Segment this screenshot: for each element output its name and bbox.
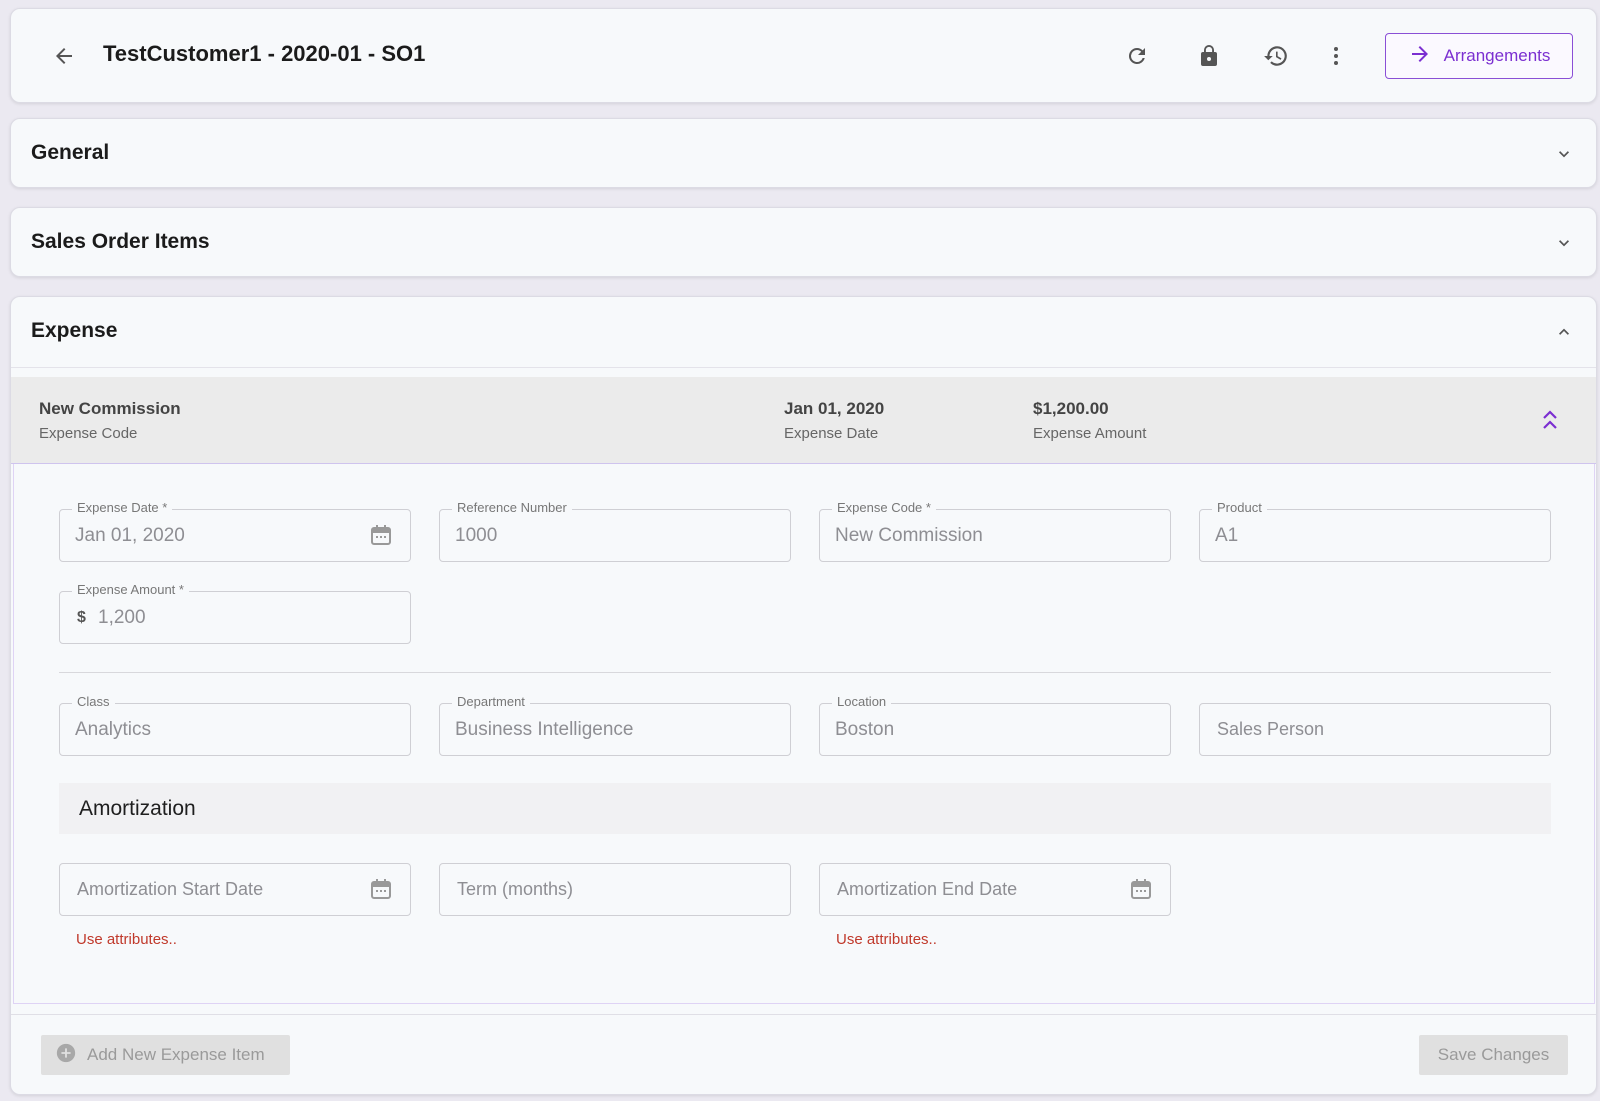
- section-title-expense: Expense: [31, 319, 118, 342]
- add-new-expense-item-label: Add New Expense Item: [87, 1045, 265, 1064]
- summary-expense-code-label: Expense Code: [39, 425, 138, 442]
- calendar-icon[interactable]: [1129, 877, 1153, 901]
- arrangements-button[interactable]: Arrangements: [1385, 33, 1573, 79]
- section-general[interactable]: General: [10, 118, 1597, 188]
- field-value: Analytics: [75, 719, 152, 740]
- section-title-sales-order-items: Sales Order Items: [31, 230, 210, 253]
- summary-expense-amount-label: Expense Amount: [1033, 425, 1147, 442]
- section-sales-order-items[interactable]: Sales Order Items: [10, 207, 1597, 277]
- field-label: Department: [452, 694, 530, 709]
- more-vert-icon[interactable]: [1316, 36, 1356, 76]
- expense-item-form: Expense Date * Jan 01, 2020 Reference Nu…: [13, 464, 1595, 1004]
- sales-person-field[interactable]: Sales Person: [1199, 703, 1551, 756]
- summary-expense-date-value: Jan 01, 2020: [784, 399, 885, 418]
- field-value: A1: [1215, 525, 1239, 546]
- section-expense: Expense New Commission Expense Code Jan …: [10, 296, 1597, 1095]
- amortization-end-date-field[interactable]: Amortization End Date: [819, 863, 1171, 916]
- calendar-icon[interactable]: [369, 523, 393, 547]
- field-value: Boston: [835, 719, 895, 740]
- expense-code-field[interactable]: Expense Code * New Commission: [819, 500, 1171, 562]
- lock-icon[interactable]: [1189, 36, 1229, 76]
- back-arrow-icon[interactable]: [44, 36, 84, 76]
- field-label: Class: [72, 694, 115, 709]
- amortization-start-date-field[interactable]: Amortization Start Date: [59, 863, 411, 916]
- field-label: Expense Code *: [832, 500, 936, 515]
- refresh-icon[interactable]: [1117, 36, 1157, 76]
- amortization-header: Amortization: [59, 783, 1551, 834]
- chevron-down-icon[interactable]: [1552, 142, 1576, 166]
- field-placeholder: Sales Person: [1217, 719, 1325, 739]
- location-field[interactable]: Location Boston: [819, 694, 1171, 756]
- department-field[interactable]: Department Business Intelligence: [439, 694, 791, 756]
- expense-item-summary[interactable]: New Commission Expense Code Jan 01, 2020…: [11, 377, 1596, 464]
- class-field[interactable]: Class Analytics: [59, 694, 411, 756]
- arrow-right-icon: [1408, 42, 1432, 71]
- field-value: New Commission: [835, 525, 983, 546]
- field-value: 1,200: [98, 607, 146, 628]
- expense-date-field[interactable]: Expense Date * Jan 01, 2020: [59, 500, 411, 562]
- field-label: Reference Number: [452, 500, 572, 515]
- collapse-chevrons-icon[interactable]: [1539, 407, 1561, 433]
- add-new-expense-item-button[interactable]: Add New Expense Item: [41, 1035, 290, 1075]
- page-title: TestCustomer1 - 2020-01 - SO1: [103, 41, 426, 66]
- field-value: Business Intelligence: [455, 719, 634, 740]
- field-value: 1000: [455, 525, 498, 546]
- end-date-hint: Use attributes..: [836, 931, 937, 948]
- expense-amount-field[interactable]: Expense Amount * $ 1,200: [59, 582, 411, 644]
- field-placeholder: Term (months): [457, 879, 574, 899]
- field-placeholder: Amortization Start Date: [77, 879, 264, 899]
- term-months-field[interactable]: Term (months): [439, 863, 791, 916]
- save-changes-button[interactable]: Save Changes: [1419, 1035, 1568, 1075]
- field-value: Jan 01, 2020: [75, 525, 185, 546]
- summary-expense-date-label: Expense Date: [784, 425, 879, 442]
- currency-prefix: $: [77, 609, 86, 626]
- field-label: Product: [1212, 500, 1267, 515]
- chevron-up-icon[interactable]: [1552, 320, 1576, 344]
- product-field[interactable]: Product A1: [1199, 500, 1551, 562]
- summary-expense-code-value: New Commission: [39, 399, 181, 418]
- page-header: TestCustomer1 - 2020-01 - SO1 Arrangemen…: [10, 8, 1597, 103]
- add-circle-icon: [55, 1042, 77, 1069]
- field-placeholder: Amortization End Date: [837, 879, 1018, 899]
- reference-number-field[interactable]: Reference Number 1000: [439, 500, 791, 562]
- chevron-down-icon[interactable]: [1552, 231, 1576, 255]
- field-label: Expense Amount *: [72, 582, 189, 597]
- divider: [11, 1014, 1596, 1015]
- calendar-icon[interactable]: [369, 877, 393, 901]
- amortization-title: Amortization: [79, 797, 196, 820]
- divider: [11, 367, 1596, 368]
- section-title-general: General: [31, 141, 110, 164]
- field-label: Location: [832, 694, 892, 709]
- arrangements-label: Arrangements: [1443, 46, 1551, 65]
- summary-expense-amount-value: $1,200.00: [1033, 399, 1109, 418]
- start-date-hint: Use attributes..: [76, 931, 177, 948]
- history-icon[interactable]: [1256, 36, 1296, 76]
- divider: [59, 672, 1551, 673]
- field-label: Expense Date *: [72, 500, 173, 515]
